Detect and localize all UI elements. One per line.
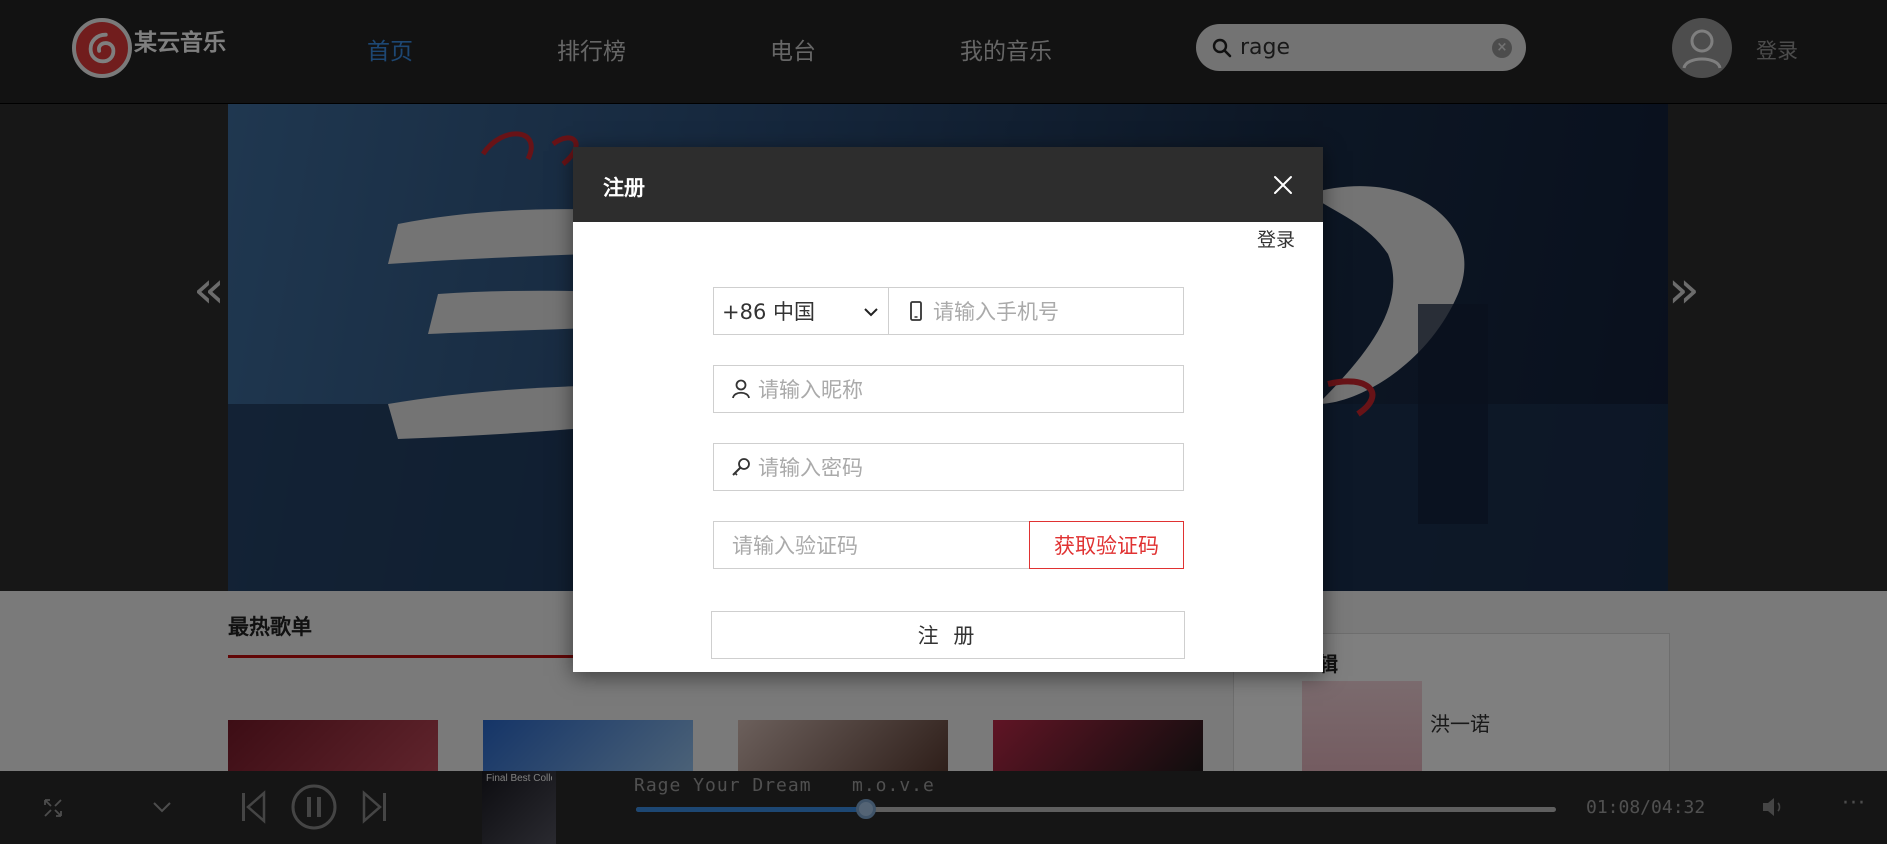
register-dialog: 注册 登录 +86 中国 请输入手机号 请输入昵称 请输入密码 请输入验证码 获… xyxy=(573,147,1323,672)
password-field[interactable]: 请输入密码 xyxy=(713,443,1184,491)
country-code-select[interactable]: +86 中国 xyxy=(713,287,889,335)
phone-icon xyxy=(910,301,922,321)
close-icon[interactable] xyxy=(1270,172,1296,198)
switch-to-login-link[interactable]: 登录 xyxy=(1257,225,1295,252)
nickname-field[interactable]: 请输入昵称 xyxy=(713,365,1184,413)
phone-placeholder: 请输入手机号 xyxy=(933,300,1059,324)
dialog-header: 注册 xyxy=(573,147,1323,222)
password-placeholder: 请输入密码 xyxy=(758,456,863,480)
phone-field[interactable]: 请输入手机号 xyxy=(888,287,1184,335)
country-code-value: +86 中国 xyxy=(722,300,815,324)
register-button[interactable]: 注 册 xyxy=(711,611,1185,659)
nickname-placeholder: 请输入昵称 xyxy=(758,378,863,402)
verification-code-field[interactable]: 请输入验证码 xyxy=(713,521,1031,569)
user-icon xyxy=(732,379,750,399)
chevron-down-icon xyxy=(864,308,878,317)
key-icon xyxy=(732,458,750,476)
get-code-button[interactable]: 获取验证码 xyxy=(1029,521,1184,569)
code-placeholder: 请输入验证码 xyxy=(732,534,858,558)
dialog-title: 注册 xyxy=(603,176,645,200)
app-root: 某云音乐 首页 排行榜 电台 我的音乐 × 登录 xyxy=(0,0,1887,844)
